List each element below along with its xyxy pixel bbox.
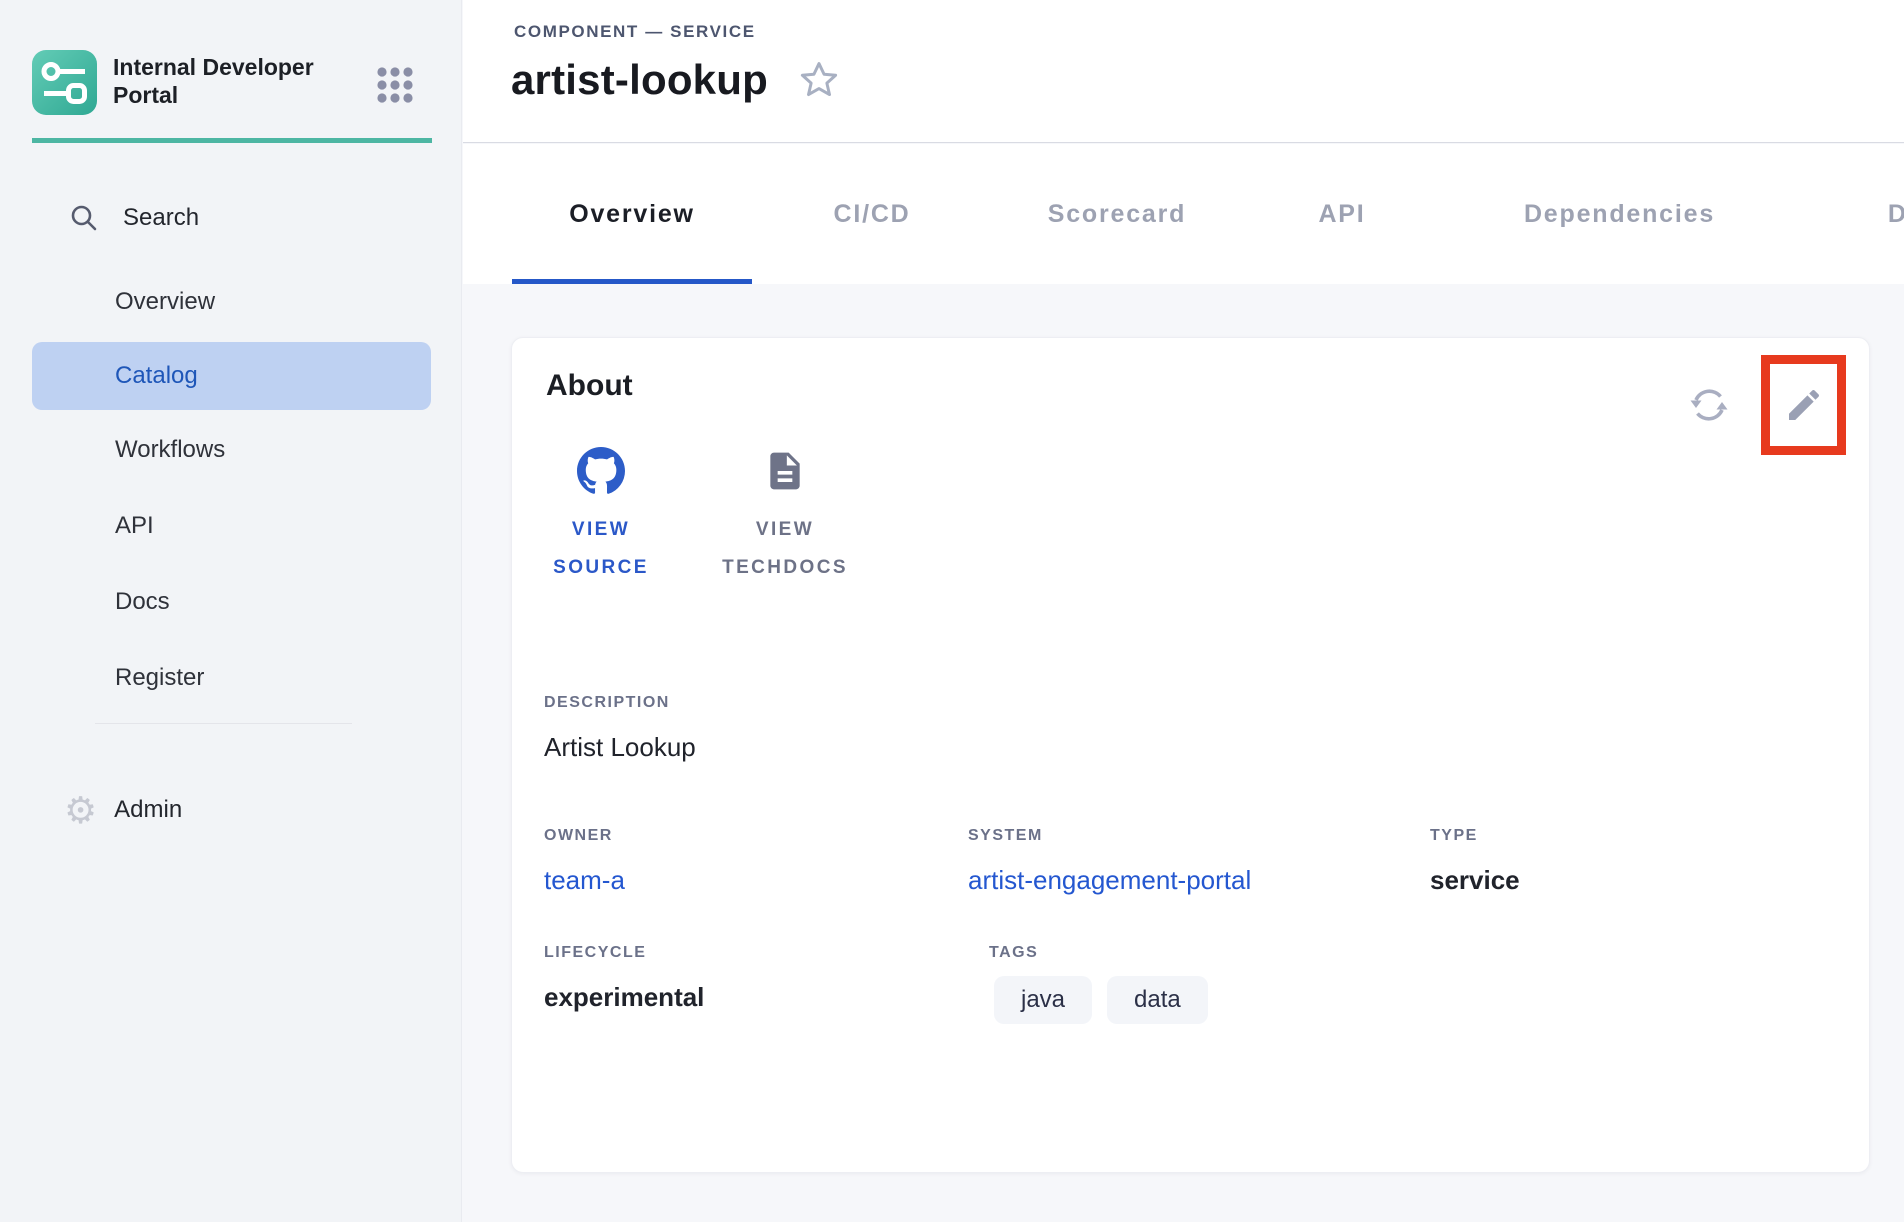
sidebar-item-overview[interactable]: Overview (0, 264, 462, 340)
view-source-label: VIEWSOURCE (553, 511, 649, 587)
sidebar-item-admin[interactable]: ⚙ Admin (0, 772, 462, 848)
view-source-link[interactable]: VIEWSOURCE (546, 447, 656, 587)
annotation-highlight-box (1761, 355, 1846, 455)
admin-label: Admin (114, 796, 182, 824)
sidebar-item-register[interactable]: Register (0, 640, 462, 716)
entity-tabs: Overview CI/CD Scorecard API Dependencie… (463, 144, 1904, 284)
tab-api[interactable]: API (1267, 144, 1417, 284)
tags-label: TAGS (989, 944, 1430, 962)
about-links-row: VIEWSOURCE VIEWTECHDOCS (546, 447, 861, 587)
type-field: TYPE service (1430, 827, 1520, 896)
refresh-button[interactable] (1687, 383, 1731, 427)
app-title: Internal Developer Portal (113, 50, 363, 109)
app-logo-icon (32, 50, 97, 115)
about-card-title: About (546, 369, 633, 403)
sidebar-item-workflows[interactable]: Workflows (0, 412, 462, 488)
type-label: TYPE (1430, 827, 1520, 845)
search-icon (68, 202, 100, 234)
sidebar-accent-divider (32, 138, 432, 143)
system-value-link[interactable]: artist-engagement-portal (968, 865, 1251, 895)
edit-button[interactable] (1784, 385, 1824, 425)
sidebar-item-docs[interactable]: Docs (0, 564, 462, 640)
sidebar: Internal Developer Portal Search Overvie… (0, 0, 462, 1222)
lifecycle-value: experimental (544, 982, 968, 1013)
tags-field: TAGS java data (989, 944, 1430, 1024)
type-value: service (1430, 865, 1520, 896)
app-logo-home-link[interactable]: Internal Developer Portal (32, 50, 363, 115)
github-icon (577, 447, 625, 495)
tab-overview[interactable]: Overview (512, 144, 752, 284)
about-fields-row-1: OWNER team-a SYSTEM artist-engagement-po… (544, 827, 1520, 896)
sidebar-divider (95, 723, 352, 724)
about-fields-row-2: LIFECYCLE experimental TAGS java data (544, 944, 1430, 1024)
sidebar-item-api[interactable]: API (0, 488, 462, 564)
page-title: artist-lookup (511, 56, 768, 104)
system-field: SYSTEM artist-engagement-portal (968, 827, 1430, 896)
tag-chip[interactable]: java (994, 976, 1092, 1024)
tab-docs[interactable]: Docs (1822, 144, 1904, 284)
view-techdocs-label: VIEWTECHDOCS (722, 511, 848, 587)
description-field: DESCRIPTION Artist Lookup (544, 694, 696, 763)
tag-chip[interactable]: data (1107, 976, 1208, 1024)
sidebar-search[interactable]: Search (0, 180, 462, 256)
breadcrumb: COMPONENT — SERVICE (514, 22, 756, 42)
about-card-actions (1687, 355, 1846, 455)
owner-field: OWNER team-a (544, 827, 968, 896)
system-label: SYSTEM (968, 827, 1430, 845)
owner-value-link[interactable]: team-a (544, 865, 625, 895)
entity-header: COMPONENT — SERVICE artist-lookup (463, 0, 1904, 143)
techdocs-file-icon (763, 447, 807, 495)
lifecycle-label: LIFECYCLE (544, 944, 968, 962)
refresh-icon (1687, 383, 1731, 427)
tab-scorecard[interactable]: Scorecard (992, 144, 1242, 284)
favorite-star-icon[interactable] (798, 59, 840, 101)
view-techdocs-link[interactable]: VIEWTECHDOCS (709, 447, 861, 587)
lifecycle-field: LIFECYCLE experimental (544, 944, 968, 1024)
edit-pencil-icon (1784, 385, 1824, 425)
search-label: Search (123, 204, 199, 232)
sidebar-nav: Overview Catalog Workflows API Docs Regi… (0, 264, 462, 716)
description-label: DESCRIPTION (544, 694, 696, 712)
owner-label: OWNER (544, 827, 968, 845)
about-card: About VIEWSOU (511, 337, 1870, 1173)
tab-dependencies[interactable]: Dependencies (1442, 144, 1797, 284)
description-value: Artist Lookup (544, 732, 696, 763)
apps-grid-icon[interactable] (377, 67, 413, 103)
tab-cicd[interactable]: CI/CD (777, 144, 967, 284)
gear-icon: ⚙ (64, 792, 97, 829)
sidebar-item-catalog[interactable]: Catalog (32, 342, 431, 410)
